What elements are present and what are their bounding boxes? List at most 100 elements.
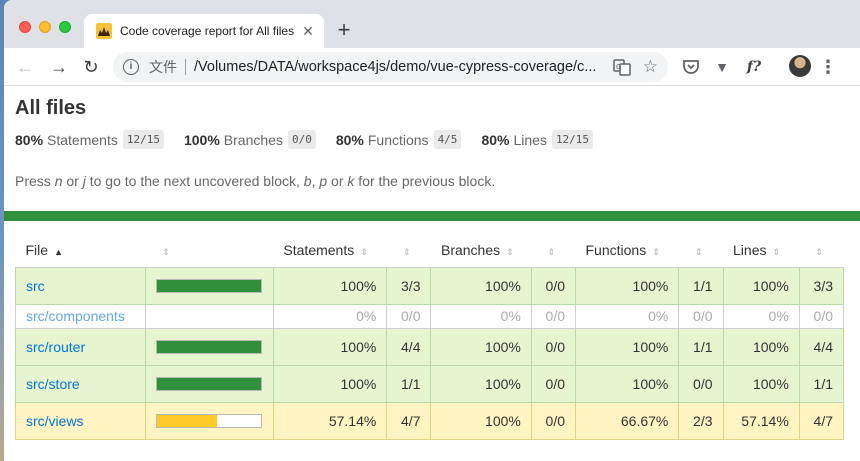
summary-pct: 80% xyxy=(335,131,364,148)
branches-pct: 100% xyxy=(430,266,532,305)
lines-pct: 0% xyxy=(722,303,800,329)
column-header-file[interactable]: File ▲ xyxy=(15,234,146,268)
summary-lines: 80% Lines 12/15 xyxy=(481,130,594,149)
functions-pct: 100% xyxy=(574,266,680,305)
summary-fraction: 0/0 xyxy=(287,130,316,149)
column-header-functions[interactable]: Functions ⇕ xyxy=(575,234,679,268)
kebab-menu-icon[interactable]: ⋮ xyxy=(819,57,837,77)
sort-icon: ⇕ xyxy=(652,247,660,258)
tab-bar: Code coverage report for All files ✕ + xyxy=(4,0,860,48)
summary-pct: 80% xyxy=(15,131,44,148)
column-header-branches-raw[interactable]: ⇕ xyxy=(531,234,576,268)
statements-fraction: 3/3 xyxy=(386,266,432,305)
summary-fraction: 12/15 xyxy=(122,130,164,149)
sort-icon: ⇕ xyxy=(161,247,170,258)
branches-fraction: 0/0 xyxy=(530,401,577,440)
coverage-bar xyxy=(156,339,263,354)
statements-pct: 100% xyxy=(272,266,388,305)
sort-icon: ⇕ xyxy=(694,247,703,258)
sort-icon: ⇕ xyxy=(402,247,411,258)
column-header-lines[interactable]: Lines ⇕ xyxy=(723,234,800,268)
close-icon[interactable]: ✕ xyxy=(300,23,316,39)
summary-pct: 80% xyxy=(481,131,510,148)
arrow-right-icon[interactable]: → xyxy=(48,56,70,78)
tab-title: Code coverage report for All files xyxy=(120,24,295,38)
column-header-statements-raw[interactable]: ⇕ xyxy=(386,234,431,268)
coverage-bar-cell xyxy=(145,327,274,366)
summary-pct: 100% xyxy=(183,131,220,148)
table-row: src/views 57.14% 4/7 100% 0/0 66.67% 2/3… xyxy=(14,401,845,440)
summary-functions: 80% Functions 4/5 xyxy=(336,130,462,149)
coverage-table: File ▲ ⇕ Statements ⇕ ⇕ Branches ⇕ ⇕ Functi… xyxy=(14,234,845,440)
coverage-bar xyxy=(156,413,263,428)
summary-fraction: 12/15 xyxy=(551,130,594,149)
site-security-label[interactable]: 文件 xyxy=(149,57,177,77)
coverage-bar xyxy=(156,278,263,293)
lines-pct: 100% xyxy=(722,364,800,403)
close-window-button[interactable] xyxy=(19,21,31,33)
file-link[interactable]: src xyxy=(26,278,45,294)
column-header-statements[interactable]: Statements ⇕ xyxy=(273,234,387,268)
functions-fraction: 0/0 xyxy=(678,364,724,403)
functions-fraction: 1/1 xyxy=(678,266,724,305)
coverage-status-line xyxy=(4,211,860,221)
file-link[interactable]: src/router xyxy=(26,339,85,355)
column-header-functions-raw[interactable]: ⇕ xyxy=(678,234,724,268)
sort-asc-icon: ▲ xyxy=(54,247,63,258)
keyboard-help-text: Press n or j to go to the next uncovered… xyxy=(15,173,496,189)
branches-pct: 100% xyxy=(430,364,532,403)
table-row: src 100% 3/3 100% 0/0 100% 1/1 100% 3/3 xyxy=(14,266,845,305)
avatar[interactable] xyxy=(789,55,811,77)
coverage-summary: 80% Statements 12/15 100% Branches 0/0 8… xyxy=(15,130,613,149)
column-header-branches[interactable]: Branches ⇕ xyxy=(430,234,532,268)
url-text[interactable]: /Volumes/DATA/workspace4js/demo/vue-cypr… xyxy=(194,59,605,75)
pocket-icon[interactable] xyxy=(681,57,701,77)
sort-icon: ⇕ xyxy=(815,247,823,258)
table-header-row: File ▲ ⇕ Statements ⇕ ⇕ Branches ⇕ ⇕ Functi… xyxy=(15,234,844,268)
lines-fraction: 0/0 xyxy=(798,303,845,329)
omnibox-divider xyxy=(185,59,186,75)
column-header-lines-raw[interactable]: ⇕ xyxy=(799,234,844,268)
lines-fraction: 1/1 xyxy=(798,364,845,403)
functions-pct: 66.67% xyxy=(574,401,680,440)
coverage-bar-fill xyxy=(157,340,262,353)
coverage-bar-cell xyxy=(145,401,274,440)
sort-icon: ⇕ xyxy=(506,247,514,258)
statements-pct: 100% xyxy=(272,327,388,366)
table-row: src/router 100% 4/4 100% 0/0 100% 1/1 10… xyxy=(14,327,845,366)
file-link[interactable]: src/store xyxy=(26,376,80,392)
istanbul-favicon-icon xyxy=(96,23,112,39)
minimize-window-button[interactable] xyxy=(39,21,51,33)
star-icon[interactable]: ☆ xyxy=(643,57,658,77)
summary-statements: 80% Statements 12/15 xyxy=(15,130,164,149)
plus-icon[interactable]: + xyxy=(334,18,354,42)
lines-fraction: 4/4 xyxy=(798,327,845,366)
statements-pct: 100% xyxy=(272,364,388,403)
page-title: All files xyxy=(15,97,87,119)
file-link[interactable]: src/components xyxy=(26,308,125,324)
statements-fraction: 0/0 xyxy=(386,303,432,329)
f-question-icon[interactable]: f? xyxy=(744,57,764,77)
reload-icon[interactable]: ↻ xyxy=(80,56,102,78)
address-bar[interactable]: i 文件 /Volumes/DATA/workspace4js/demo/vue… xyxy=(113,52,668,82)
summary-label: Lines xyxy=(513,131,547,148)
arrow-left-icon[interactable]: ← xyxy=(14,56,36,78)
file-link[interactable]: src/views xyxy=(26,413,84,429)
file-cell: src/router xyxy=(14,327,147,366)
tab-coverage-report[interactable]: Code coverage report for All files ✕ xyxy=(84,14,324,48)
vuejs-devtools-icon[interactable]: ▼ xyxy=(712,57,732,77)
table-row: src/store 100% 1/1 100% 0/0 100% 0/0 100… xyxy=(14,364,845,403)
coverage-bar-cell xyxy=(145,303,274,329)
branches-fraction: 0/0 xyxy=(530,364,577,403)
translate-icon[interactable]: G xyxy=(613,58,631,76)
info-icon[interactable]: i xyxy=(123,59,139,75)
file-cell: src/store xyxy=(14,364,147,403)
branches-pct: 100% xyxy=(430,327,532,366)
functions-fraction: 2/3 xyxy=(678,401,724,440)
functions-fraction: 1/1 xyxy=(678,327,724,366)
zoom-window-button[interactable] xyxy=(59,21,71,33)
branches-pct: 100% xyxy=(430,401,532,440)
column-header-pic[interactable]: ⇕ xyxy=(145,234,274,268)
functions-pct: 100% xyxy=(574,327,680,366)
statements-fraction: 1/1 xyxy=(386,364,432,403)
